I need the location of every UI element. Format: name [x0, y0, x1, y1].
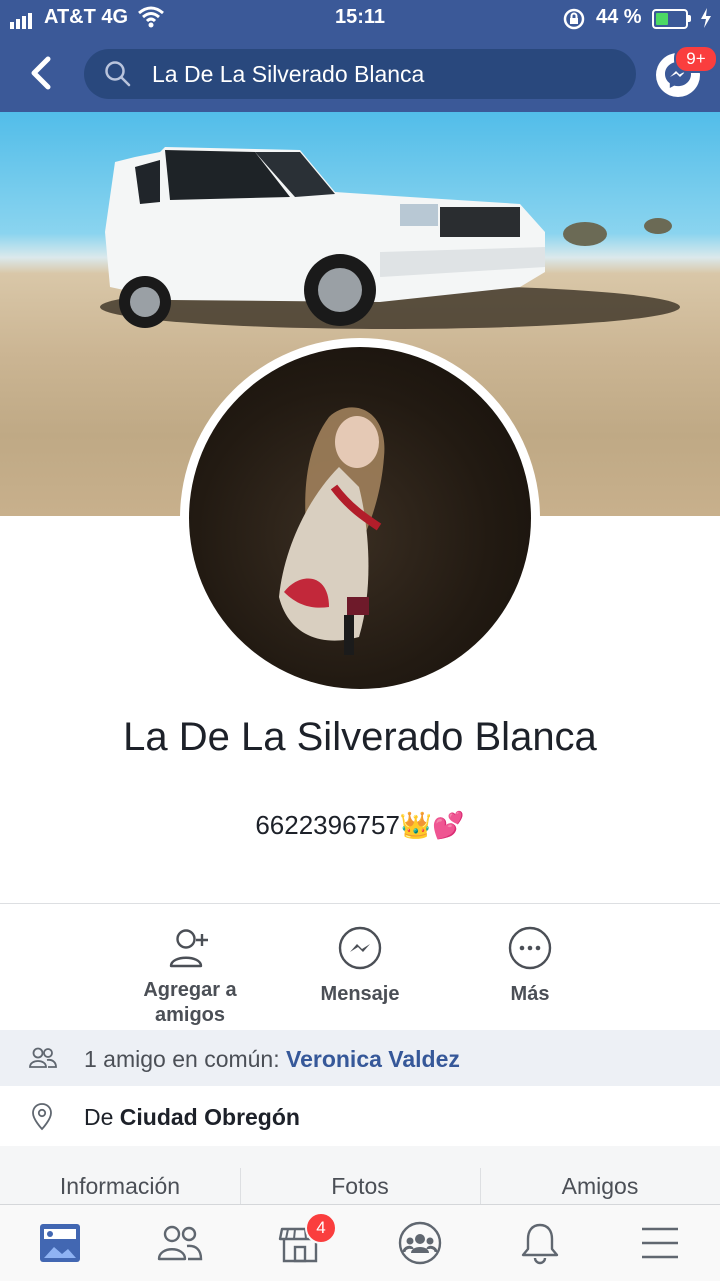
tab-fotos[interactable]: Fotos — [240, 1146, 480, 1204]
notifications-icon[interactable] — [516, 1219, 564, 1267]
charging-icon — [701, 8, 711, 28]
more-icon — [508, 926, 552, 970]
tab-amigos[interactable]: Amigos — [480, 1146, 720, 1204]
marketplace-badge: 4 — [305, 1212, 337, 1244]
location-city[interactable]: Ciudad Obregón — [120, 1104, 300, 1130]
message-button[interactable]: Mensaje — [270, 924, 450, 1007]
location-row: De Ciudad Obregón — [0, 1088, 720, 1144]
profile-tabs: Información Fotos Amigos — [0, 1146, 720, 1204]
more-button[interactable]: Más — [440, 924, 620, 1007]
add-friend-label-line2: amigos — [154, 1004, 226, 1026]
battery-icon — [652, 9, 688, 29]
battery-percent: 44 % — [596, 6, 642, 28]
add-friend-button[interactable]: Agregar a amigos — [100, 924, 280, 1028]
messenger-icon — [338, 926, 382, 970]
more-label: Más — [510, 983, 550, 1005]
location-prefix: De — [84, 1104, 120, 1130]
profile-name: La De La Silverado Blanca — [123, 715, 597, 759]
divider — [0, 903, 720, 904]
rotation-lock-icon — [563, 8, 585, 30]
menu-icon[interactable] — [636, 1219, 684, 1267]
add-friend-icon — [169, 929, 208, 968]
mutual-friend-link[interactable]: Veronica Valdez — [286, 1046, 460, 1072]
mutual-friends-prefix: 1 amigo en común: — [84, 1046, 287, 1072]
tab-informacion[interactable]: Información — [0, 1146, 240, 1204]
battery-level — [656, 13, 669, 25]
profile-photo-image — [279, 407, 385, 655]
profile-picture[interactable] — [180, 338, 540, 698]
location-pin-icon — [32, 1103, 52, 1131]
back-icon[interactable] — [28, 55, 54, 91]
friends-icon[interactable] — [156, 1219, 204, 1267]
friends-icon — [29, 1047, 57, 1068]
messenger-badge: 9+ — [674, 45, 718, 73]
profile-bio: 6622396757👑💕 — [255, 810, 465, 840]
mutual-friends-row[interactable]: 1 amigo en común: Veronica Valdez — [0, 1030, 720, 1086]
add-friend-label: Agregar a — [143, 979, 237, 1001]
search-query: La De La Silverado Blanca — [152, 61, 425, 87]
news-feed-icon[interactable] — [36, 1219, 84, 1267]
bottom-navigation — [0, 1204, 720, 1281]
search-icon — [105, 61, 131, 87]
groups-icon[interactable] — [396, 1219, 444, 1267]
search-bar[interactable]: La De La Silverado Blanca — [84, 49, 636, 99]
message-label: Mensaje — [320, 983, 400, 1005]
